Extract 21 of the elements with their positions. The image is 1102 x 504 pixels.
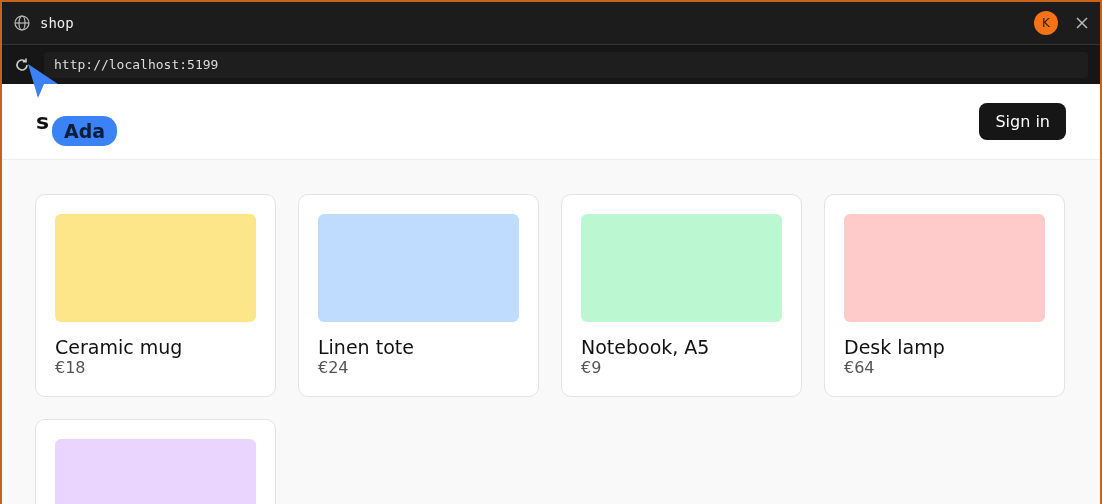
product-price: €64 — [844, 358, 876, 377]
product-card[interactable]: Notebook, A5 €9 — [561, 194, 802, 397]
product-name: Ceramic mug — [55, 336, 184, 358]
product-name: Linen tote — [318, 336, 415, 358]
window-title: shop — [40, 15, 75, 31]
reload-icon[interactable] — [14, 56, 30, 73]
user-avatar[interactable]: K — [1034, 11, 1058, 35]
product-price: €24 — [318, 358, 350, 377]
close-icon[interactable] — [1076, 17, 1088, 29]
product-card[interactable]: Linen tote €24 — [298, 194, 539, 397]
product-name: Notebook, A5 — [581, 336, 711, 358]
product-price: €18 — [55, 358, 87, 377]
sign-in-button[interactable]: Sign in — [979, 103, 1066, 140]
product-name: Desk lamp — [844, 336, 946, 358]
globe-icon — [14, 15, 30, 31]
product-price: €9 — [581, 358, 603, 377]
address-field[interactable]: http://localhost:5199 — [44, 51, 1088, 78]
site-title: s — [36, 109, 50, 134]
cursor-label: Ada — [52, 116, 118, 146]
product-card[interactable]: Desk lamp €64 — [824, 194, 1065, 397]
product-card[interactable]: Ceramic mug €18 — [35, 194, 276, 397]
